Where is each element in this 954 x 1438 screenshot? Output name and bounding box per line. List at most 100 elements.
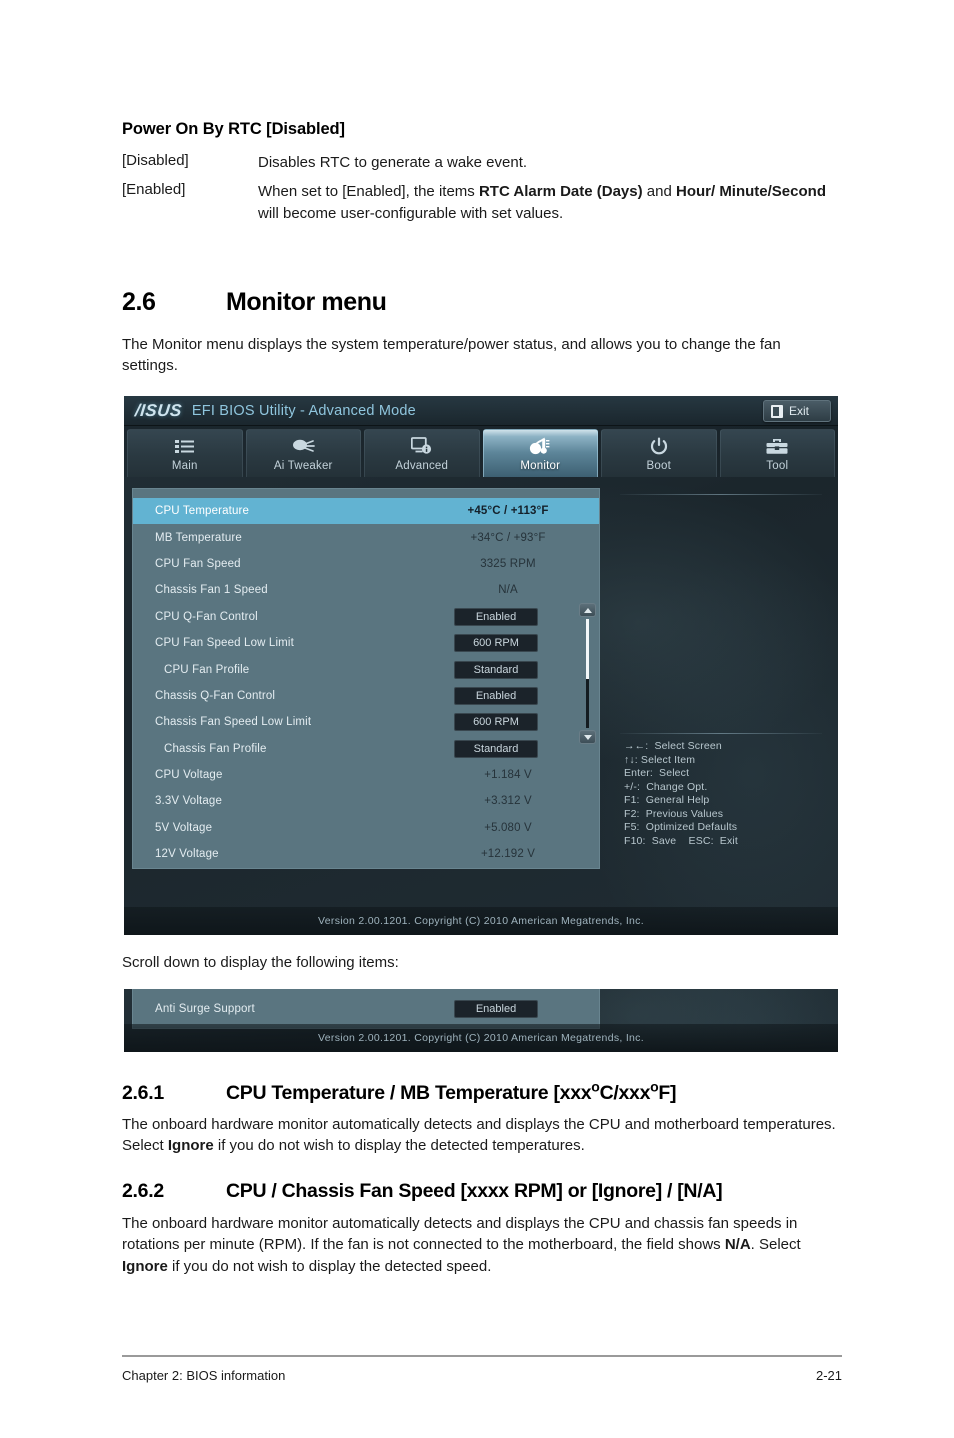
list-item[interactable]: CPU Voltage +1.184 V bbox=[133, 762, 599, 788]
key-legend-line: Enter: Select bbox=[624, 767, 690, 780]
definition-description: Disables RTC to generate a wake event. bbox=[258, 154, 528, 171]
list-item[interactable]: Chassis Q-Fan Control Enabled bbox=[133, 683, 599, 709]
item-label: Chassis Fan Profile bbox=[164, 742, 267, 755]
tab-tool[interactable]: Tool bbox=[719, 429, 835, 477]
bios-version-bar: Version 2.00.1201. Copyright (C) 2010 Am… bbox=[124, 907, 838, 935]
section-262-title: CPU / Chassis Fan Speed [xxxx RPM] or [I… bbox=[226, 1180, 723, 1202]
section-261-number: 2.6.1 bbox=[122, 1082, 164, 1104]
list-item[interactable]: Chassis Fan Profile Standard bbox=[133, 736, 599, 762]
list-item[interactable]: Chassis Fan Speed Low Limit 600 RPM bbox=[133, 709, 599, 735]
item-value-field[interactable]: Standard bbox=[454, 660, 538, 679]
chevron-up-icon bbox=[583, 607, 592, 613]
tab-monitor[interactable]: Monitor bbox=[482, 429, 598, 477]
item-value-field[interactable]: Standard bbox=[454, 739, 538, 758]
section-262-heading: 2.6.2 CPU / Chassis Fan Speed [xxxx RPM]… bbox=[122, 1180, 840, 1203]
item-label: CPU Fan Speed bbox=[155, 557, 241, 570]
key-legend-line: F2: Previous Values bbox=[624, 807, 724, 820]
item-value: +34°C / +93°F bbox=[470, 531, 546, 544]
section-26-number: 2.6 bbox=[122, 288, 156, 316]
definition-description: When set to [Enabled], the items RTC Ala… bbox=[258, 181, 842, 225]
item-label: 5V Voltage bbox=[155, 821, 213, 834]
scroll-note: Scroll down to display the following ite… bbox=[122, 954, 399, 971]
tab-tool-label: Tool bbox=[766, 459, 789, 472]
desc-bold-2: Hour/ Minute/Second bbox=[675, 182, 826, 200]
tab-main[interactable]: Main bbox=[127, 429, 243, 477]
list-item[interactable]: MB Temperature +34°C / +93°F bbox=[133, 524, 599, 550]
item-value-field[interactable]: Enabled bbox=[454, 1000, 538, 1018]
item-value: N/A bbox=[498, 584, 518, 597]
list-item[interactable]: 12V Voltage +12.192 V bbox=[133, 841, 599, 867]
item-label: CPU Temperature bbox=[155, 505, 250, 518]
exit-button[interactable]: Exit bbox=[763, 400, 831, 422]
tab-ai-tweaker[interactable]: Ai Tweaker bbox=[245, 429, 361, 477]
item-value: 3325 RPM bbox=[480, 557, 536, 570]
item-value-field[interactable]: 600 RPM bbox=[454, 713, 538, 732]
desc-text-post: will become user-configurable with set v… bbox=[258, 204, 564, 222]
list-item[interactable]: CPU Temperature +45°C / +113°F bbox=[133, 498, 599, 525]
item-value: +3.312 V bbox=[484, 795, 532, 808]
list-item[interactable]: CPU Fan Speed 3325 RPM bbox=[133, 551, 599, 577]
manual-page: Power On By RTC [Disabled] [Disabled] Di… bbox=[0, 0, 954, 1438]
definition-term: [Enabled] bbox=[122, 180, 186, 198]
key-legend-line: F5: Optimized Defaults bbox=[624, 821, 738, 834]
item-label: CPU Q-Fan Control bbox=[155, 610, 258, 623]
item-value-field[interactable]: Enabled bbox=[454, 686, 538, 705]
body-bold: Ignore bbox=[167, 1137, 214, 1155]
key-legend-line: →←: Select Screen bbox=[624, 740, 722, 752]
list-item[interactable]: Chassis Fan 1 Speed N/A bbox=[133, 577, 599, 603]
section-26-title: Monitor menu bbox=[226, 288, 387, 316]
list-item[interactable]: 3.3V Voltage +3.312 V bbox=[133, 788, 599, 814]
scroll-down-button[interactable] bbox=[579, 730, 596, 744]
definition-row: [Enabled] When set to [Enabled], the ite… bbox=[122, 181, 842, 225]
list-item[interactable]: CPU Q-Fan Control Enabled bbox=[133, 604, 599, 630]
desc-text-pre: When set to [Enabled], the items bbox=[258, 182, 479, 200]
tab-advanced[interactable]: Advanced bbox=[364, 429, 480, 477]
title-part-a: CPU Temperature / MB Temperature [xxx bbox=[226, 1082, 592, 1104]
footer-divider bbox=[122, 1355, 842, 1357]
list-item[interactable]: 5V Voltage +5.080 V bbox=[133, 815, 599, 841]
title-part-c: F] bbox=[658, 1082, 677, 1104]
desc-text-mid: and bbox=[642, 182, 676, 200]
thermometer-fan-icon bbox=[528, 436, 552, 457]
definition-term: [Disabled] bbox=[122, 152, 189, 169]
item-value-field[interactable]: Enabled bbox=[454, 607, 538, 626]
help-divider-top bbox=[620, 494, 822, 495]
body-post: if you do not wish to display the detect… bbox=[213, 1137, 585, 1155]
key-legend-line: +/-: Change Opt. bbox=[624, 780, 708, 793]
item-value-field[interactable]: 600 RPM bbox=[454, 634, 538, 653]
help-panel: →←: Select Screen ↑↓: Select Item Enter:… bbox=[612, 488, 830, 869]
key-legend-line: F10: Save ESC: Exit bbox=[624, 834, 738, 847]
bios-screenshot-monitor: /ISUS EFI BIOS Utility - Advanced Mode E… bbox=[124, 396, 838, 935]
scrollbar-thumb[interactable] bbox=[586, 619, 589, 679]
scrollbar-track[interactable] bbox=[586, 619, 589, 728]
bios-tab-strip: Main Ai Tweaker Advanced Monitor Boot To… bbox=[124, 426, 838, 477]
section-262-number: 2.6.2 bbox=[122, 1180, 164, 1202]
tuning-icon bbox=[291, 436, 316, 457]
monitor-item-list: CPU Temperature +45°C / +113°F MB Temper… bbox=[132, 488, 600, 869]
list-scrollbar[interactable] bbox=[579, 603, 596, 744]
section-26-heading: 2.6 Monitor menu bbox=[122, 288, 840, 317]
definition-row: [Disabled] Disables RTC to generate a wa… bbox=[122, 152, 842, 174]
tab-boot[interactable]: Boot bbox=[601, 429, 717, 477]
item-label: Chassis Fan 1 Speed bbox=[155, 584, 268, 597]
list-item[interactable]: Anti Surge Support Enabled bbox=[133, 989, 599, 1029]
key-legend-line: F1: General Help bbox=[624, 794, 710, 807]
item-label: 3.3V Voltage bbox=[155, 795, 223, 808]
section-261-title: CPU Temperature / MB Temperature [xxxoC/… bbox=[226, 1079, 840, 1105]
list-item[interactable]: CPU Fan Speed Low Limit 600 RPM bbox=[133, 630, 599, 656]
section-262-body: The onboard hardware monitor automatical… bbox=[122, 1213, 840, 1277]
section-261-body: The onboard hardware monitor automatical… bbox=[122, 1114, 840, 1157]
rtc-definition-list: [Disabled] Disables RTC to generate a wa… bbox=[122, 152, 842, 226]
tab-advanced-label: Advanced bbox=[395, 459, 449, 472]
list-item[interactable]: CPU Fan Profile Standard bbox=[133, 656, 599, 682]
item-label: Chassis Fan Speed Low Limit bbox=[155, 716, 312, 729]
item-label: CPU Fan Speed Low Limit bbox=[155, 637, 294, 650]
key-legend-line: ↑↓: Select Item bbox=[624, 753, 696, 766]
body-mid: . Select bbox=[750, 1236, 801, 1254]
bios-screenshot-anti-surge: Anti Surge Support Enabled Version 2.00.… bbox=[124, 989, 838, 1052]
bios-utility-title: EFI BIOS Utility - Advanced Mode bbox=[191, 402, 416, 419]
scroll-up-button[interactable] bbox=[579, 603, 596, 617]
tab-ai-tweaker-label: Ai Tweaker bbox=[273, 459, 333, 472]
body-post: if you do not wish to display the detect… bbox=[167, 1257, 492, 1275]
asus-logo: /ISUS bbox=[134, 400, 183, 420]
